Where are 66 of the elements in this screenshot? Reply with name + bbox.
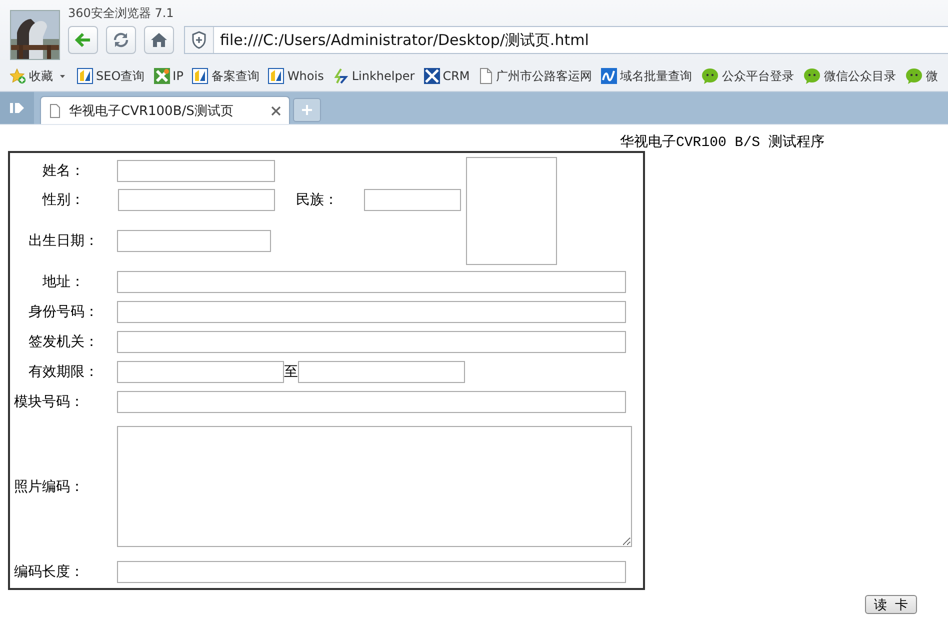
sidebar-icon <box>9 101 25 115</box>
bookmark-item[interactable]: CRM <box>424 68 470 84</box>
field-label: 姓名： <box>42 162 86 180</box>
field-label: 出生日期： <box>28 232 100 250</box>
bookmark-item[interactable]: 广州市公路客运网 <box>478 68 592 84</box>
input-field[interactable] <box>117 230 271 252</box>
text-area[interactable] <box>117 426 632 547</box>
window-title: 360安全浏览器 7.1 <box>68 6 174 20</box>
sidebar-toggle[interactable] <box>0 92 34 124</box>
tile-icon <box>268 68 284 84</box>
bookmark-item[interactable]: 备案查询 <box>192 68 260 84</box>
field-label: 照片编码： <box>13 478 85 496</box>
input-field[interactable] <box>298 361 465 383</box>
read-card-button[interactable]: 读 卡 <box>865 595 917 614</box>
input-field[interactable] <box>117 391 626 413</box>
input-field[interactable] <box>117 331 626 353</box>
home-button[interactable] <box>144 26 174 54</box>
shield-icon <box>191 31 207 49</box>
field-label: 地址： <box>42 273 86 291</box>
field-label: 编码长度： <box>13 563 85 581</box>
star-icon <box>10 68 26 84</box>
tools-icon <box>154 68 170 84</box>
tile-icon <box>77 68 93 84</box>
refresh-icon <box>112 31 130 49</box>
field-label: 有效期限： <box>28 363 100 381</box>
bookmark-item[interactable]: IP <box>154 68 184 84</box>
wave-icon <box>600 68 617 84</box>
range-separator: 至 <box>284 363 298 381</box>
bookmark-item[interactable]: SEO查询 <box>77 68 145 84</box>
chat-icon <box>802 68 821 84</box>
field-label: 签发机关： <box>28 333 100 351</box>
close-icon[interactable] <box>271 106 281 116</box>
document-icon <box>478 68 493 84</box>
tile-icon <box>192 68 208 84</box>
bookmark-item[interactable]: 微 <box>904 68 938 84</box>
bookmark-item[interactable]: Whois <box>268 68 324 84</box>
back-button[interactable] <box>68 26 98 54</box>
input-field[interactable] <box>117 561 626 583</box>
refresh-button[interactable] <box>106 26 136 54</box>
field-label: 民族： <box>296 191 339 209</box>
input-field[interactable] <box>117 361 284 383</box>
lightning-icon <box>332 68 349 84</box>
input-field[interactable] <box>364 189 461 211</box>
new-tab-button[interactable] <box>293 98 321 122</box>
input-field[interactable] <box>118 189 275 211</box>
field-label: 模块号码： <box>13 393 85 411</box>
plus-icon <box>301 104 313 116</box>
cross-icon <box>424 68 440 84</box>
bookmark-item[interactable]: 微信公众目录 <box>802 68 896 84</box>
document-icon <box>49 104 61 118</box>
input-field[interactable] <box>117 271 626 293</box>
bookmark-item[interactable]: 域名批量查询 <box>600 68 692 84</box>
bookmark-item[interactable]: 公众平台登录 <box>700 68 794 84</box>
field-label: 身份号码： <box>28 303 100 321</box>
back-arrow-icon <box>74 31 92 49</box>
bookmark-item[interactable]: Linkhelper <box>332 68 415 84</box>
bookmark-item[interactable]: 收藏 <box>10 68 68 84</box>
browser-tab[interactable]: 华视电子CVR100B/S测试页 <box>40 96 290 124</box>
input-field[interactable] <box>117 301 626 323</box>
page-heading: 华视电子CVR100 B/S 测试程序 <box>620 133 824 151</box>
chat-icon <box>904 68 923 84</box>
field-label: 性别： <box>41 191 86 209</box>
home-icon <box>150 31 168 49</box>
shield-button[interactable] <box>185 27 214 53</box>
input-field[interactable] <box>117 160 275 182</box>
chat-icon <box>700 68 719 84</box>
